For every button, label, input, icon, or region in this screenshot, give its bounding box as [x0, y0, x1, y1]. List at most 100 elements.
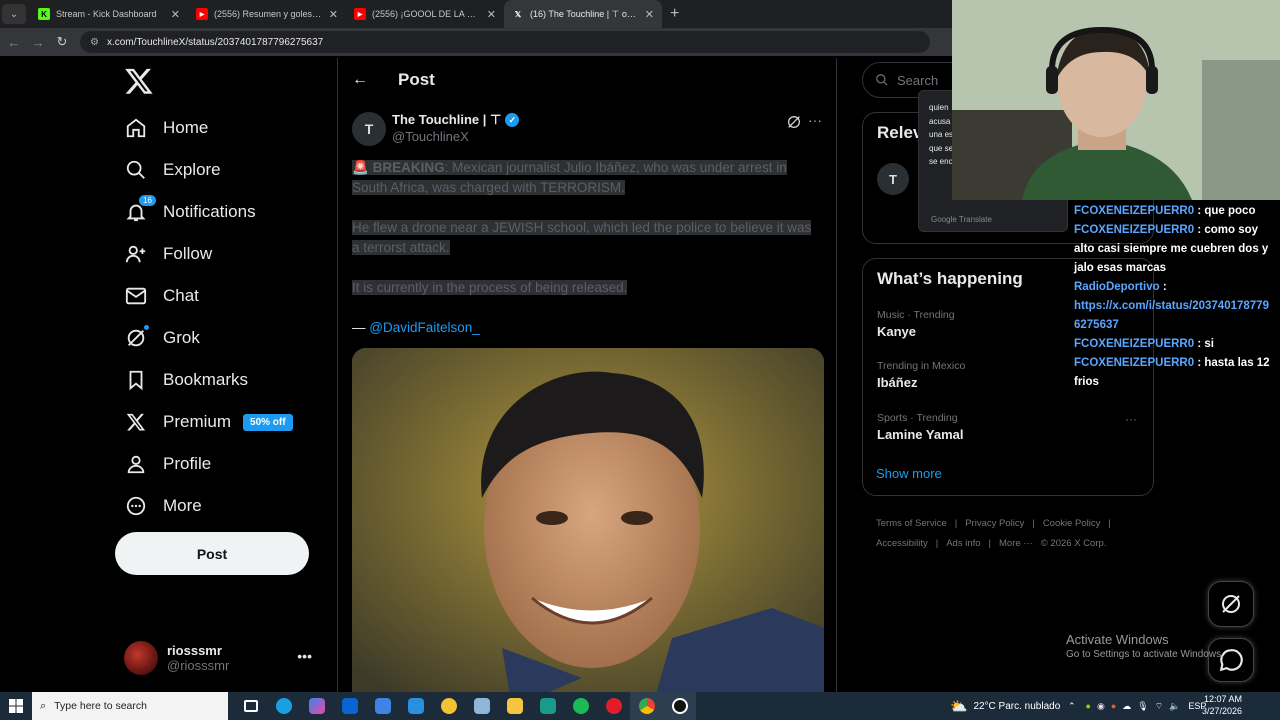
volume-icon[interactable]: 🔈 [1169, 701, 1180, 712]
vscode-icon[interactable] [399, 692, 432, 720]
verified-icon: ✓ [505, 113, 520, 127]
outlook-icon[interactable] [333, 692, 366, 720]
obs-icon[interactable] [531, 692, 564, 720]
nav-profile[interactable]: Profile [124, 444, 211, 484]
trend-item[interactable]: Sports · Trending Lamine Yamal ··· [877, 412, 1137, 442]
github-desktop-icon[interactable] [663, 692, 696, 720]
main-header: ← Post [338, 58, 836, 102]
tab-close-icon[interactable]: ✕ [171, 8, 180, 21]
chrome-canary-icon[interactable] [432, 692, 465, 720]
tweet-text-1: 🚨 BREAKING: Mexican journalist Julio Ibá… [352, 158, 822, 198]
browser-tab[interactable]: ▶ (2556) Resumen y goles - Boliv ✕ [188, 0, 346, 28]
bell-icon: 16 [124, 194, 157, 224]
back-icon[interactable]: ← [2, 35, 26, 50]
windows-start-button[interactable] [0, 699, 32, 713]
tray-app-icon[interactable]: ● [1111, 701, 1116, 711]
chat-link[interactable]: https://x.com/i/status/20374017877962756… [1074, 300, 1269, 331]
notepad-icon[interactable] [465, 692, 498, 720]
tab-title: Stream - Kick Dashboard [56, 9, 157, 19]
account-name: riosssmr [167, 643, 222, 658]
relevant-avatar[interactable]: T [877, 163, 909, 195]
x-logo-icon[interactable] [124, 66, 154, 96]
tab-close-icon[interactable]: ✕ [487, 8, 496, 21]
nav-home[interactable]: Home [124, 108, 208, 148]
footer-link[interactable]: More ··· [999, 538, 1033, 549]
tab-search-button[interactable]: ⌄ [2, 4, 26, 24]
nav-chat[interactable]: Chat [124, 276, 199, 316]
tweet-handle[interactable]: @TouchlineX [392, 129, 469, 144]
nav-premium[interactable]: Premium 50% off [124, 402, 293, 442]
footer-link[interactable]: Privacy Policy [965, 518, 1024, 529]
reload-icon[interactable]: ↻ [50, 34, 74, 50]
browser-tab-active[interactable]: 𝕏 (16) The Touchline | ⊤ on X: "B ✕ [504, 0, 662, 28]
edge-icon[interactable] [267, 692, 300, 720]
tray-app-icon[interactable]: ◉ [1097, 701, 1105, 712]
nav-grok[interactable]: Grok [124, 318, 200, 358]
forward-icon[interactable]: → [26, 35, 50, 50]
taskbar-search-input[interactable]: ⌕ Type here to search [32, 692, 228, 720]
weather-widget[interactable]: ⛅ 22°C Parc. nublado [950, 692, 1060, 720]
site-info-icon[interactable]: ⚙ [90, 37, 99, 48]
taskbar-clock[interactable]: 12:07 AM 3/27/2026 [1200, 693, 1242, 717]
nav-bookmarks[interactable]: Bookmarks [124, 360, 248, 400]
nav-more[interactable]: More [124, 486, 202, 526]
follow-icon [124, 242, 148, 266]
footer-sep: | [988, 538, 992, 549]
tab-close-icon[interactable]: ✕ [329, 8, 338, 21]
nav-label: Premium [163, 412, 232, 431]
tray-app-icon[interactable]: ● [1086, 701, 1091, 711]
store-icon[interactable] [366, 692, 399, 720]
tweet-author[interactable]: The Touchline | ⊤ ✓ [392, 112, 520, 128]
nav-notifications[interactable]: 16 Notifications [124, 192, 256, 232]
nav-explore[interactable]: Explore [124, 150, 221, 190]
tab-close-icon[interactable]: ✕ [645, 8, 654, 21]
weather-text: 22°C Parc. nublado [973, 700, 1061, 712]
wifi-icon[interactable]: ⌔ [1155, 701, 1163, 712]
trend-more-icon[interactable]: ··· [1125, 412, 1137, 426]
youtube-icon: ▶ [196, 8, 208, 20]
account-switcher[interactable]: riosssmr @riosssmr ••• [124, 636, 324, 680]
grok-icon[interactable] [786, 114, 802, 130]
grok-fab-button[interactable] [1208, 581, 1254, 627]
author-name: The Touchline | ⊤ [392, 112, 502, 127]
show-more-link[interactable]: Show more [876, 466, 942, 481]
post-button[interactable]: Post [115, 532, 309, 575]
tweet-more-icon[interactable]: ··· [808, 112, 822, 128]
address-bar[interactable]: ⚙ x.com/TouchlineX/status/20374017877962… [80, 31, 930, 53]
chat-message: FCOXENEIZEPUERR0 : hasta las 12 frios [1074, 354, 1274, 392]
trend-name: Lamine Yamal [877, 427, 964, 442]
mention-link[interactable]: @DavidFaitelson_ [369, 320, 480, 335]
nav-follow[interactable]: Follow [124, 234, 212, 274]
task-view-icon[interactable] [234, 692, 267, 720]
page-title: Post [398, 70, 435, 89]
tweet-avatar[interactable]: T [352, 112, 386, 146]
x-icon [124, 410, 148, 434]
file-explorer-icon[interactable] [498, 692, 531, 720]
footer-link[interactable]: Cookie Policy [1043, 518, 1101, 529]
footer-link[interactable]: Accessibility [876, 538, 928, 549]
spotify-icon[interactable] [564, 692, 597, 720]
footer-link[interactable]: Ads info [946, 538, 980, 549]
more-icon[interactable]: ••• [297, 648, 312, 664]
chat-message: FCOXENEIZEPUERR0 : si [1074, 335, 1274, 354]
back-arrow-icon[interactable]: ← [352, 71, 372, 89]
chevron-up-icon[interactable]: ⌃ [1068, 701, 1076, 712]
windows-taskbar: ⌕ Type here to search ⛅ 22°C Parc. nubla… [0, 692, 1280, 720]
new-tab-icon[interactable]: + [670, 5, 679, 23]
trend-meta: Sports · Trending [877, 412, 958, 424]
footer-link[interactable]: Terms of Service [876, 518, 947, 529]
grok-icon [124, 324, 150, 350]
browser-tab[interactable]: K Stream - Kick Dashboard ✕ [30, 0, 188, 28]
search-icon [876, 74, 888, 86]
left-sidebar: Home Explore 16 Notifications Follow Cha… [114, 58, 336, 692]
chrome-icon[interactable] [630, 692, 663, 720]
tweet-photo[interactable] [352, 348, 824, 692]
microphone-icon[interactable]: 🎙 [1137, 701, 1148, 712]
browser-tab[interactable]: ▶ (2556) ¡GOOOL DE LA HORMIG ✕ [346, 0, 504, 28]
url-text: x.com/TouchlineX/status/2037401787796275… [106, 36, 324, 48]
opera-icon[interactable] [597, 692, 630, 720]
watermark-line-1: Activate Windows [1066, 632, 1169, 647]
footer-links: Terms of Service | Privacy Policy | Cookie P… [876, 514, 1154, 554]
cloud-icon[interactable]: ☁ [1122, 701, 1131, 712]
copilot-icon[interactable] [300, 692, 333, 720]
